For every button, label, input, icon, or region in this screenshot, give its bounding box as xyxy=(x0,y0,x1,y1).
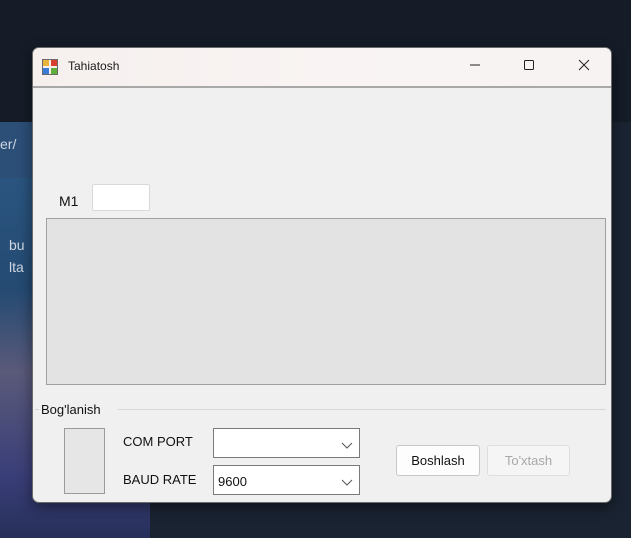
chevron-down-icon xyxy=(341,475,353,486)
background-text-fragment: er/ xyxy=(0,136,17,152)
com-port-label: COM PORT xyxy=(123,434,193,449)
app-window: Tahiatosh M1 Bog'lanish COM PORT BAUD RA… xyxy=(32,47,612,503)
maximize-icon xyxy=(523,58,535,76)
groupbox-label: Bog'lanish xyxy=(41,402,101,417)
m1-input[interactable] xyxy=(92,184,150,211)
display-panel xyxy=(46,218,606,385)
groupbox-border xyxy=(118,409,606,410)
close-button[interactable] xyxy=(562,48,606,86)
chevron-down-icon xyxy=(341,438,353,449)
m1-label: M1 xyxy=(59,193,79,209)
background-text-fragment: bu xyxy=(9,237,25,253)
minimize-button[interactable] xyxy=(453,48,497,86)
groupbox-border xyxy=(35,409,39,410)
maximize-button[interactable] xyxy=(507,48,551,86)
minimize-icon xyxy=(469,58,481,76)
connect-button[interactable]: Boshlash xyxy=(396,445,480,476)
window-title: Tahiatosh xyxy=(68,59,120,73)
baud-rate-label: BAUD RATE xyxy=(123,472,197,487)
close-icon xyxy=(578,58,590,76)
title-bar[interactable]: Tahiatosh xyxy=(33,48,611,87)
com-port-select[interactable] xyxy=(213,428,360,458)
app-icon xyxy=(42,59,58,75)
background-text-fragment: lta xyxy=(9,259,24,275)
connection-status-indicator xyxy=(64,428,105,494)
divider xyxy=(33,86,611,88)
baud-rate-select[interactable]: 9600 xyxy=(213,465,360,495)
disconnect-button[interactable]: To'xtash xyxy=(487,445,570,476)
